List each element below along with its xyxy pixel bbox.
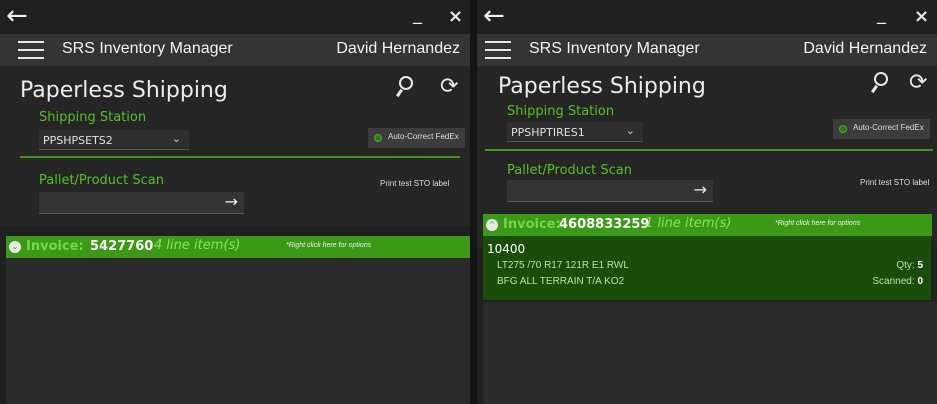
pallet-scan-input[interactable]: → [39, 192, 244, 214]
shipping-station-label: Shipping Station [507, 104, 615, 119]
shipping-panel: Paperless Shipping ⟳ Shipping Station PP… [0, 66, 470, 226]
minimize-button[interactable]: _ [877, 4, 886, 25]
refresh-icon[interactable]: ⟳ [909, 70, 927, 95]
toggle-indicator-icon [374, 134, 382, 142]
scanned-value: 0 [917, 276, 923, 287]
hamburger-icon[interactable] [18, 41, 44, 59]
close-button[interactable]: × [448, 6, 463, 27]
line-item-size: LT275 /70 R17 121R E1 RWL [497, 260, 629, 271]
chevron-down-icon[interactable]: ⌄ [9, 241, 21, 253]
close-button[interactable]: × [914, 6, 929, 27]
chevron-up-icon[interactable]: ^ [486, 219, 498, 231]
right-click-hint: *Right click here for options [286, 242, 372, 249]
app-bar: SRS Inventory Manager David Hernandez [0, 34, 470, 66]
scanned-label: Scanned: [872, 276, 915, 287]
pallet-scan-label: Pallet/Product Scan [507, 163, 633, 178]
invoice-header[interactable]: ⌄ Invoice: 5427760 4 line item(s) *Right… [6, 236, 470, 258]
section-divider [485, 149, 933, 151]
invoice-list-area [483, 302, 937, 404]
back-button[interactable]: ← [483, 2, 505, 30]
chevron-down-icon: ⌄ [625, 124, 635, 137]
app-title: SRS Inventory Manager [62, 40, 233, 57]
left-window: ← _ × SRS Inventory Manager David Hernan… [0, 0, 470, 404]
invoice-line-count: 1 line item(s) [645, 216, 732, 231]
invoice-list-area [6, 258, 470, 404]
line-item-order: 10400 [487, 242, 526, 256]
right-click-hint: *Right click here for options [775, 220, 861, 227]
search-icon[interactable] [395, 74, 417, 98]
app-bar: SRS Inventory Manager David Hernandez [477, 34, 937, 66]
invoice-label: Invoice: [26, 239, 84, 254]
submit-arrow-icon[interactable]: → [694, 180, 707, 199]
invoice-header[interactable]: ^ Invoice: 4608833259 1 line item(s) *Ri… [483, 214, 932, 236]
auto-correct-label: Auto-Correct FedEx [388, 132, 459, 141]
refresh-icon[interactable]: ⟳ [440, 74, 458, 99]
print-test-sto-label-link[interactable]: Print test STO label [380, 179, 449, 188]
section-divider [20, 156, 460, 158]
pallet-scan-label: Pallet/Product Scan [39, 173, 165, 188]
line-item-scanned: Scanned: 0 [872, 276, 923, 287]
minimize-button[interactable]: _ [413, 4, 422, 25]
qty-label: Qty: [896, 260, 915, 271]
hamburger-icon[interactable] [485, 41, 511, 59]
page-title: Paperless Shipping [20, 78, 228, 103]
submit-arrow-icon[interactable]: → [225, 192, 238, 211]
auto-correct-fedex-toggle[interactable]: Auto-Correct FedEx [368, 128, 465, 148]
pallet-scan-input[interactable]: → [507, 180, 713, 202]
shipping-station-label: Shipping Station [39, 110, 147, 125]
qty-value: 5 [917, 260, 923, 271]
shipping-station-select[interactable]: PPSHPTIRES1 ⌄ [507, 122, 643, 142]
title-bar: ← _ × [0, 0, 470, 34]
shipping-station-value: PPSHPSETS2 [43, 134, 113, 147]
user-name[interactable]: David Hernandez [803, 40, 927, 58]
shipping-station-value: PPSHPTIRES1 [511, 126, 585, 139]
page-title: Paperless Shipping [498, 74, 706, 99]
line-item-qty: Qty: 5 [896, 260, 923, 271]
print-test-sto-label-link[interactable]: Print test STO label [860, 178, 929, 187]
shipping-station-select[interactable]: PPSHPSETS2 ⌄ [39, 130, 189, 150]
invoice-line-count: 4 line item(s) [154, 238, 241, 253]
invoice-number: 5427760 [90, 239, 154, 254]
app-title: SRS Inventory Manager [529, 40, 700, 57]
auto-correct-fedex-toggle[interactable]: Auto-Correct FedEx [833, 119, 930, 139]
title-bar: ← _ × [477, 0, 937, 34]
line-item[interactable]: 10400 LT275 /70 R17 121R E1 RWL BFG ALL … [483, 236, 931, 300]
back-button[interactable]: ← [6, 2, 28, 30]
user-name[interactable]: David Hernandez [336, 40, 460, 58]
chevron-down-icon: ⌄ [171, 132, 181, 145]
invoice-number: 4608833259 [559, 217, 650, 232]
line-item-description: BFG ALL TERRAIN T/A KO2 [497, 276, 625, 287]
auto-correct-label: Auto-Correct FedEx [853, 123, 924, 132]
right-window: ← _ × SRS Inventory Manager David Hernan… [476, 0, 937, 404]
toggle-indicator-icon [839, 125, 847, 133]
search-icon[interactable] [870, 70, 892, 94]
invoice-label: Invoice: [503, 217, 561, 232]
